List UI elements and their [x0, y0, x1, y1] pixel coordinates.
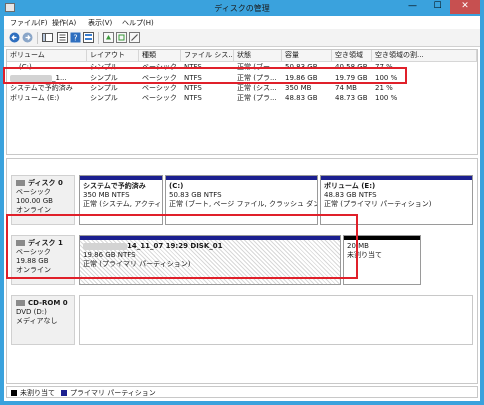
disk-size: 100.00 GB [16, 197, 53, 205]
minimize-button[interactable]: — [400, 0, 425, 14]
volume-cell: システムで予約済み [10, 84, 73, 92]
partition-title: (C:) [169, 182, 184, 190]
column-header-free-percent[interactable]: 空き領域の割... [372, 50, 477, 62]
cdrom-0-label[interactable]: CD-ROM 0 DVD (D:) メディアなし [11, 295, 75, 345]
export-icon[interactable] [116, 32, 127, 43]
layout-cell: シンプル [90, 94, 118, 102]
layout-cell: シンプル [90, 84, 118, 92]
column-header-status[interactable]: 状態 [234, 50, 282, 62]
menu-file[interactable]: ファイル(F) [10, 18, 48, 28]
partition-status: 正常 (プライマリ パーティション) [324, 200, 432, 208]
volume-cell: ボリューム (E:) [10, 94, 60, 102]
partition-status: 正常 (ブート, ページ ファイル, クラッシュ ダンプ, プライ [169, 200, 317, 208]
type-cell: ベーシック [142, 94, 177, 102]
disk-state: メディアなし [16, 317, 58, 325]
legend-swatch-unallocated [11, 390, 17, 396]
column-header-layout[interactable]: レイアウト [87, 50, 139, 62]
legend-swatch-primary [61, 390, 67, 396]
disk-kind: ベーシック [16, 188, 51, 196]
column-header-capacity[interactable]: 容量 [282, 50, 332, 62]
maximize-button[interactable]: ☐ [425, 0, 450, 14]
disk-management-window: ディスクの管理 — ☐ ✕ ファイル(F) 操作(A) 表示(V) ヘルプ(H) [0, 0, 484, 405]
menu-bar: ファイル(F) 操作(A) 表示(V) ヘルプ(H) [4, 16, 480, 29]
disk-name: ディスク 0 [28, 179, 63, 187]
title-bar[interactable]: ディスクの管理 — ☐ ✕ [0, 0, 484, 16]
table-row[interactable]: システムで予約済み シンプル ベーシック NTFS 正常 (シス... 350 … [7, 83, 477, 93]
column-header-volume[interactable]: ボリューム [7, 50, 87, 62]
partition-title: システムで予約済み [83, 182, 146, 190]
legend-bar: 未割り当て プライマリ パーティション [6, 386, 478, 398]
free-percent-cell: 100 % [375, 94, 398, 102]
column-header-free-space[interactable]: 空き領域 [332, 50, 372, 62]
filesystem-cell: NTFS [184, 84, 202, 92]
free-space-cell: 48.73 GB [335, 94, 368, 102]
list-view-icon[interactable] [83, 32, 94, 43]
cdrom-icon [16, 300, 25, 306]
disk-name: CD-ROM 0 [28, 299, 68, 307]
status-cell: 正常 (シス... [237, 84, 277, 92]
highlight-volume-row [3, 67, 407, 84]
partition-status: 正常 (システム, アクティブ, プライマリ パーティション) [83, 200, 162, 208]
legend-label-unallocated: 未割り当て [20, 389, 55, 397]
filesystem-cell: NTFS [184, 94, 202, 102]
partition-size: 48.83 GB NTFS [324, 191, 377, 199]
capacity-cell: 48.83 GB [285, 94, 318, 102]
column-header-type[interactable]: 種類 [139, 50, 181, 62]
disk-kind: DVD (D:) [16, 308, 47, 316]
partition-title: ボリューム (E:) [324, 182, 376, 190]
back-arrow-icon[interactable] [9, 32, 20, 43]
disk-icon [16, 180, 25, 186]
forward-arrow-icon[interactable] [22, 32, 33, 43]
svg-text:?: ? [73, 34, 77, 43]
settings-icon[interactable] [129, 32, 140, 43]
properties-icon[interactable] [57, 32, 68, 43]
partition-size: 350 MB NTFS [83, 191, 130, 199]
highlight-disk1 [6, 214, 358, 279]
partition-size: 50.83 GB NTFS [169, 191, 222, 199]
menu-help[interactable]: ヘルプ(H) [122, 18, 154, 28]
toolbar: ? [4, 29, 480, 47]
capacity-cell: 350 MB [285, 84, 312, 92]
cdrom-media-area [79, 295, 473, 345]
free-space-cell: 74 MB [335, 84, 357, 92]
refresh-icon[interactable] [103, 32, 114, 43]
column-header-filesystem[interactable]: ファイル シス... [181, 50, 234, 62]
menu-action[interactable]: 操作(A) [52, 18, 76, 28]
help-icon[interactable]: ? [70, 32, 81, 43]
type-cell: ベーシック [142, 84, 177, 92]
free-percent-cell: 21 % [375, 84, 393, 92]
volume-list-table: ボリューム レイアウト 種類 ファイル シス... 状態 容量 空き領域 空き領… [6, 49, 478, 155]
close-button[interactable]: ✕ [450, 0, 480, 14]
legend-label-primary: プライマリ パーティション [70, 389, 156, 397]
table-row[interactable]: ボリューム (E:) シンプル ベーシック NTFS 正常 (プラ... 48.… [7, 93, 477, 103]
console-tree-icon[interactable] [42, 32, 53, 43]
menu-view[interactable]: 表示(V) [88, 18, 112, 28]
status-cell: 正常 (プラ... [237, 94, 277, 102]
